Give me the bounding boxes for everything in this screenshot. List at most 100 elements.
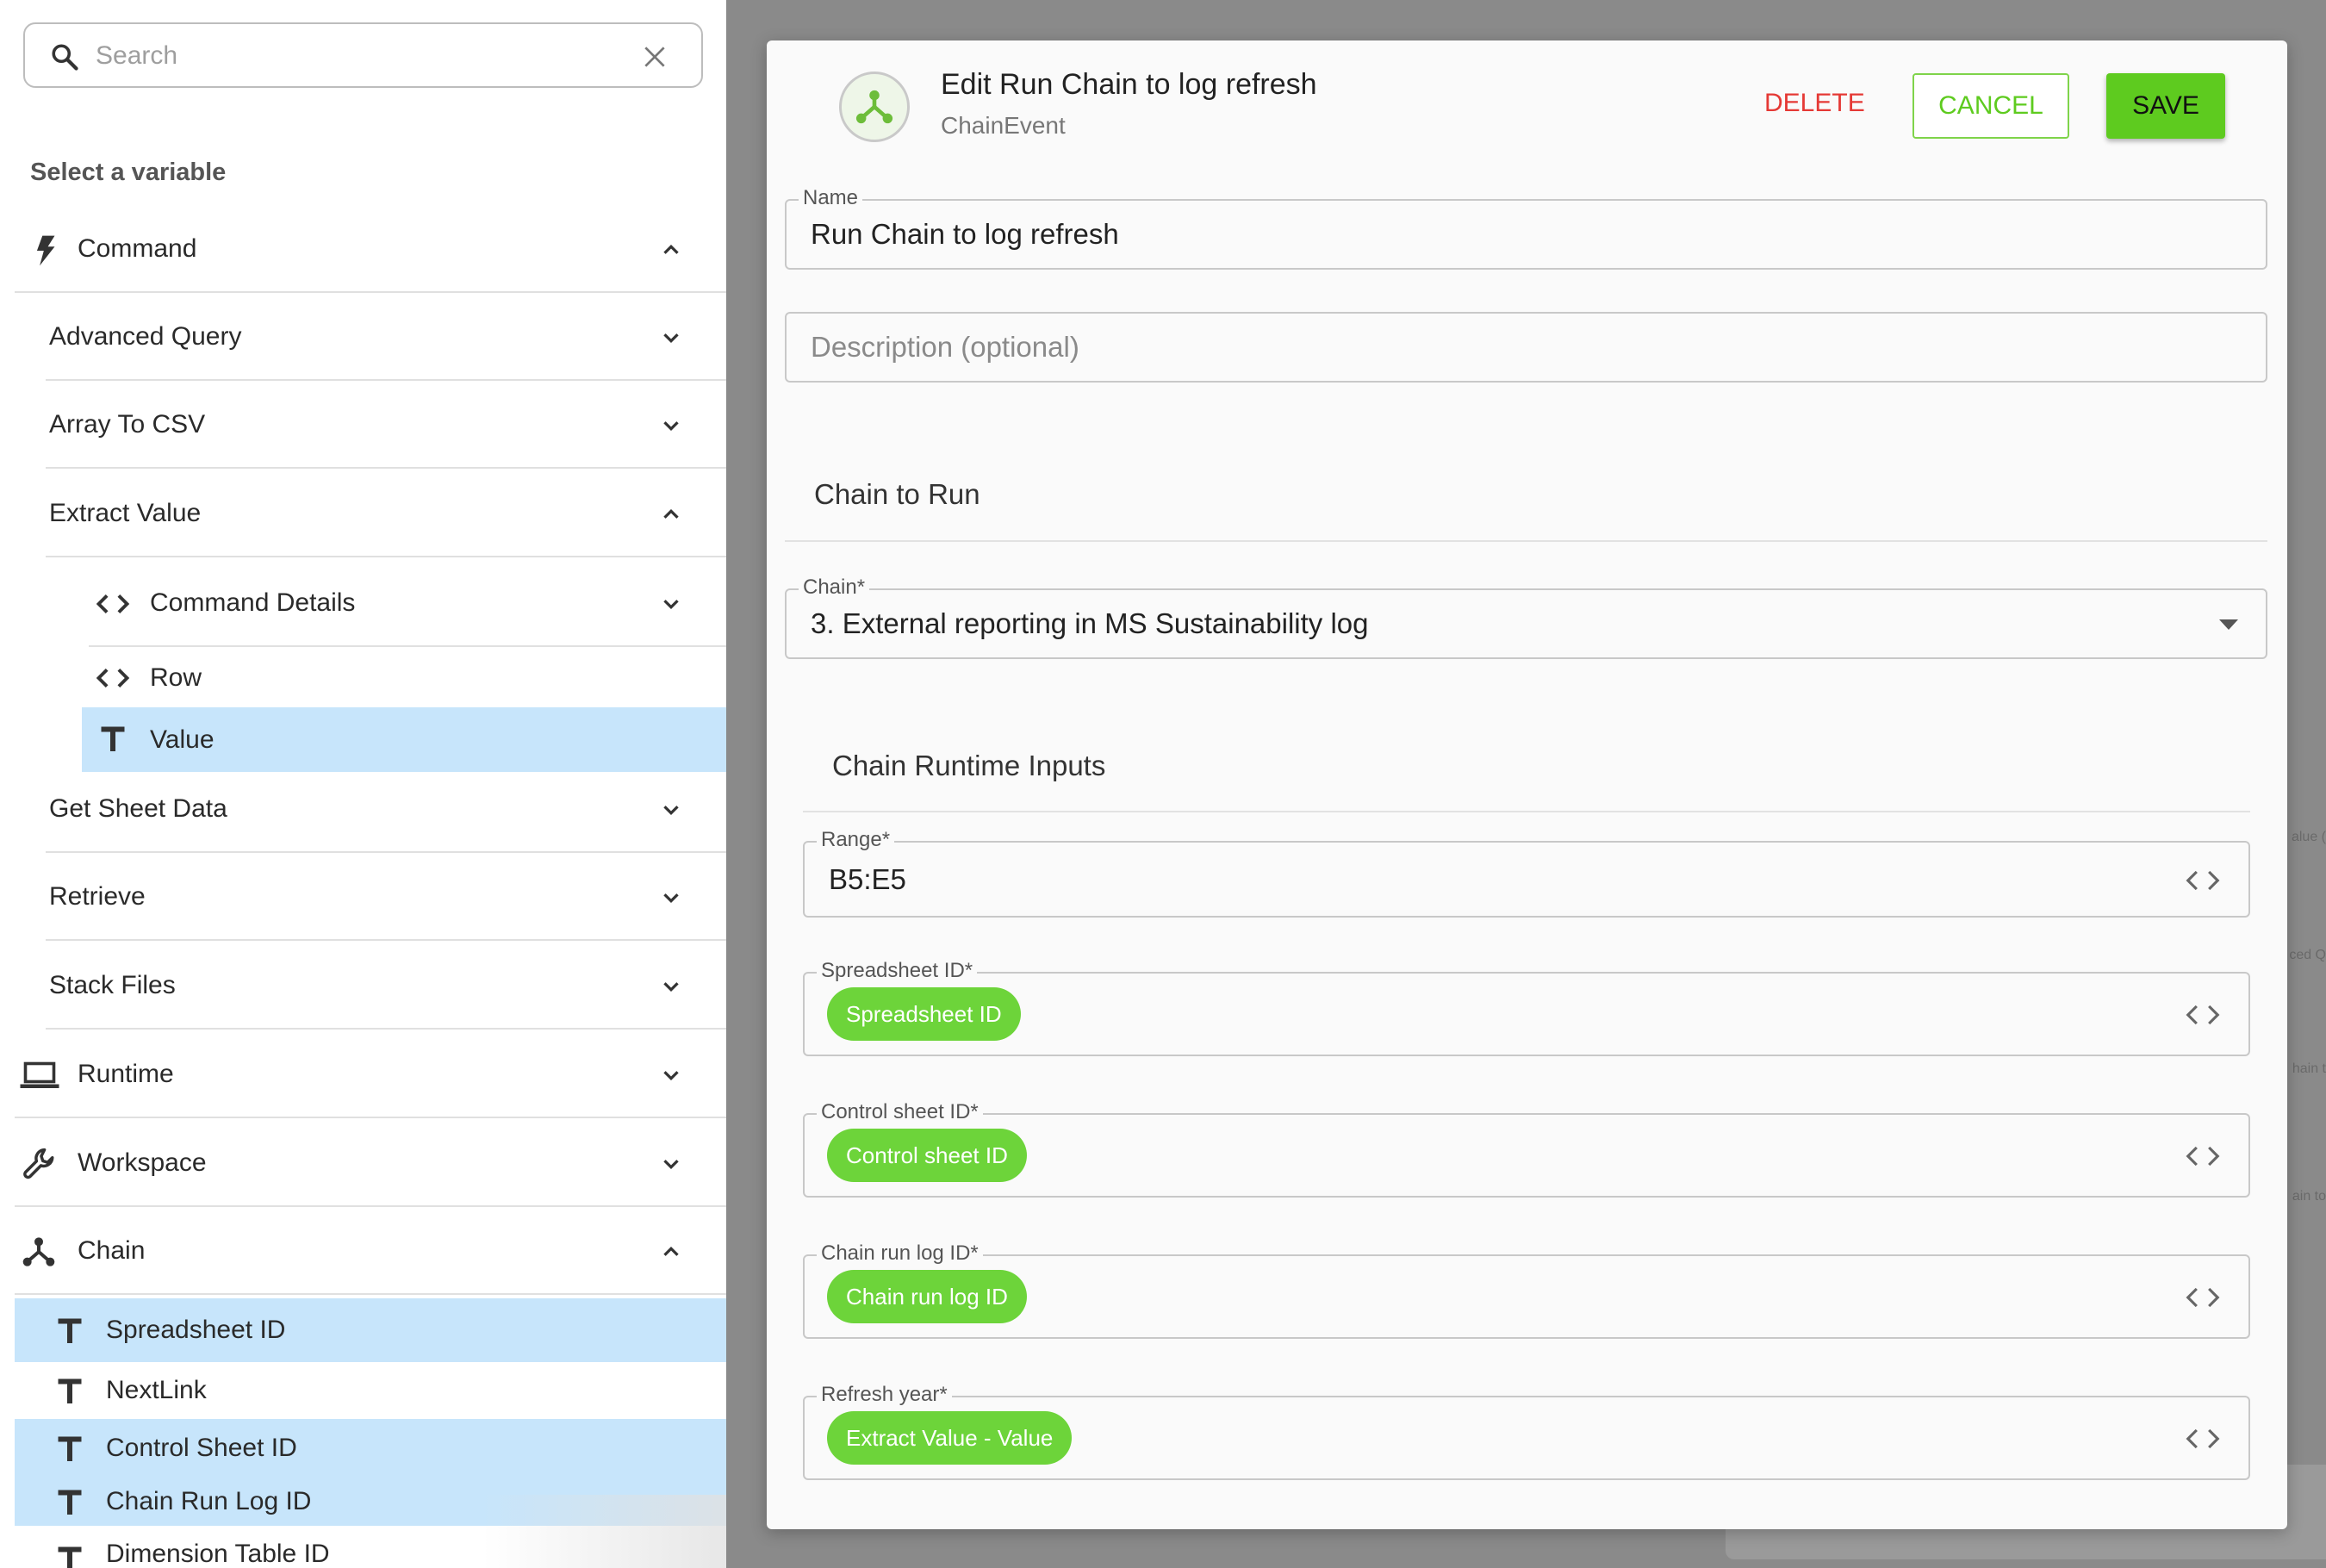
code-icon[interactable]	[2183, 1285, 2223, 1310]
description-placeholder: Description (optional)	[811, 331, 1079, 363]
range-field[interactable]: Range* B5:E5	[803, 828, 2250, 918]
chevron-up-icon[interactable]	[658, 1239, 684, 1265]
variable-group-label: Runtime	[78, 1060, 174, 1088]
text-type-icon	[101, 726, 125, 751]
variable-item-label: Chain Run Log ID	[106, 1487, 312, 1515]
variable-item-label: Value	[150, 725, 215, 754]
chevron-down-icon[interactable]	[658, 413, 684, 439]
variable-chip[interactable]: Extract Value - Value	[827, 1411, 1073, 1465]
wrench-icon	[23, 1148, 54, 1179]
search-input[interactable]	[96, 36, 630, 76]
chain-run-log-id-field[interactable]: Chain run log ID* Chain run log ID	[803, 1241, 2250, 1339]
name-value: Run Chain to log refresh	[811, 218, 1119, 250]
variable-chip[interactable]: Spreadsheet ID	[827, 987, 1021, 1041]
chevron-down-icon[interactable]	[658, 797, 684, 823]
select-variable-heading: Select a variable	[30, 159, 227, 186]
variable-item-label: Retrieve	[49, 882, 146, 911]
chain-label: Chain*	[799, 576, 870, 600]
name-field[interactable]: Name Run Chain to log refresh	[785, 186, 2267, 270]
save-button[interactable]: SAVE	[2106, 73, 2225, 139]
variable-item-label: NextLink	[106, 1376, 207, 1404]
variable-item-label: Array To CSV	[49, 410, 206, 439]
edit-chain-event-dialog: Edit Run Chain to log refresh ChainEvent…	[767, 40, 2287, 1529]
background-text: alue (	[2291, 830, 2326, 844]
code-icon	[96, 594, 130, 613]
chevron-down-icon[interactable]	[658, 885, 684, 911]
variable-item-label: Dimension Table ID	[106, 1540, 330, 1568]
bolt-icon	[36, 235, 55, 266]
refresh-year-field[interactable]: Refresh year* Extract Value - Value	[803, 1383, 2250, 1480]
dialog-subtitle: ChainEvent	[941, 112, 1066, 139]
chain-icon	[855, 90, 893, 124]
variable-item-spreadsheet-id[interactable]: Spreadsheet ID	[15, 1298, 726, 1362]
cancel-button[interactable]: CANCEL	[1912, 73, 2069, 139]
code-icon	[96, 669, 130, 688]
variable-group-command[interactable]: Command	[15, 207, 726, 293]
variable-item-row[interactable]: Row	[82, 649, 726, 707]
variable-chip[interactable]: Control sheet ID	[827, 1129, 1027, 1182]
variable-item-label: Extract Value	[49, 499, 202, 527]
background-text: ced Q	[2289, 948, 2326, 962]
text-type-icon	[58, 1436, 82, 1461]
chevron-up-icon[interactable]	[658, 237, 684, 263]
variable-item-nextlink[interactable]: NextLink	[15, 1362, 726, 1419]
runtime-inputs-heading: Chain Runtime Inputs	[832, 750, 1106, 781]
variable-chip[interactable]: Chain run log ID	[827, 1270, 1027, 1323]
variable-item-stack-files[interactable]: Stack Files	[46, 943, 726, 1030]
chevron-down-icon[interactable]	[658, 591, 684, 617]
background-text: ain to	[2292, 1189, 2326, 1204]
control-sheet-id-label: Control sheet ID*	[817, 1100, 983, 1124]
dialog-title: Edit Run Chain to log refresh	[941, 68, 1317, 101]
variable-item-label: Advanced Query	[49, 322, 242, 351]
chevron-down-icon[interactable]	[658, 1062, 684, 1088]
chain-avatar	[839, 72, 910, 142]
chain-value: 3. External reporting in MS Sustainabili…	[811, 607, 1369, 639]
chevron-up-icon[interactable]	[658, 501, 684, 527]
variable-item-get-sheet-data[interactable]: Get Sheet Data	[46, 767, 726, 853]
variable-group-runtime[interactable]: Runtime	[15, 1032, 726, 1118]
chain-to-run-heading: Chain to Run	[814, 478, 980, 510]
variable-item-label: Control Sheet ID	[106, 1434, 297, 1462]
code-icon[interactable]	[2183, 1143, 2223, 1169]
chevron-down-icon[interactable]	[658, 325, 684, 351]
variable-group-label: Workspace	[78, 1148, 207, 1177]
range-label: Range*	[817, 828, 895, 852]
variable-item-value[interactable]: Value	[82, 707, 726, 772]
text-type-icon	[58, 1546, 82, 1568]
chain-select[interactable]: Chain* 3. External reporting in MS Susta…	[785, 576, 2267, 659]
chain-icon	[22, 1237, 55, 1266]
variable-group-workspace[interactable]: Workspace	[15, 1121, 726, 1207]
variable-group-chain[interactable]: Chain	[15, 1209, 726, 1295]
variable-item-label: Stack Files	[49, 971, 176, 999]
search-icon	[52, 44, 78, 71]
code-icon[interactable]	[2183, 1002, 2223, 1028]
variable-group-label: Command	[78, 234, 197, 263]
delete-button[interactable]: DELETE	[1764, 89, 1865, 118]
control-sheet-id-field[interactable]: Control sheet ID* Control sheet ID	[803, 1100, 2250, 1198]
code-icon[interactable]	[2183, 868, 2223, 893]
chevron-down-icon[interactable]	[658, 1151, 684, 1177]
variable-item-retrieve[interactable]: Retrieve	[46, 855, 726, 941]
variable-item-control-sheet-id[interactable]: Control Sheet ID	[15, 1419, 726, 1478]
chain-run-log-id-label: Chain run log ID*	[817, 1241, 983, 1266]
variable-group-label: Chain	[78, 1236, 146, 1265]
variable-item-array-to-csv[interactable]: Array To CSV	[46, 383, 726, 469]
variable-item-command-details[interactable]: Command Details	[89, 561, 726, 647]
spreadsheet-id-label: Spreadsheet ID*	[817, 959, 978, 983]
close-icon[interactable]	[641, 43, 669, 71]
chevron-down-icon[interactable]	[658, 974, 684, 999]
description-field[interactable]: Description (optional)	[785, 312, 2267, 383]
range-value: B5:E5	[829, 863, 906, 895]
scroll-shadow	[482, 1495, 726, 1568]
code-icon[interactable]	[2183, 1426, 2223, 1452]
caret-down-icon[interactable]	[2219, 619, 2238, 630]
refresh-year-label: Refresh year*	[817, 1383, 952, 1407]
spreadsheet-id-field[interactable]: Spreadsheet ID* Spreadsheet ID	[803, 959, 2250, 1056]
variable-item-advanced-query[interactable]: Advanced Query	[46, 295, 726, 381]
search-box[interactable]	[23, 22, 703, 88]
name-label: Name	[799, 186, 863, 210]
background-text: hain t	[2292, 1061, 2326, 1076]
text-type-icon	[58, 1378, 82, 1403]
variable-item-extract-value[interactable]: Extract Value	[46, 471, 726, 557]
text-type-icon	[58, 1318, 82, 1343]
